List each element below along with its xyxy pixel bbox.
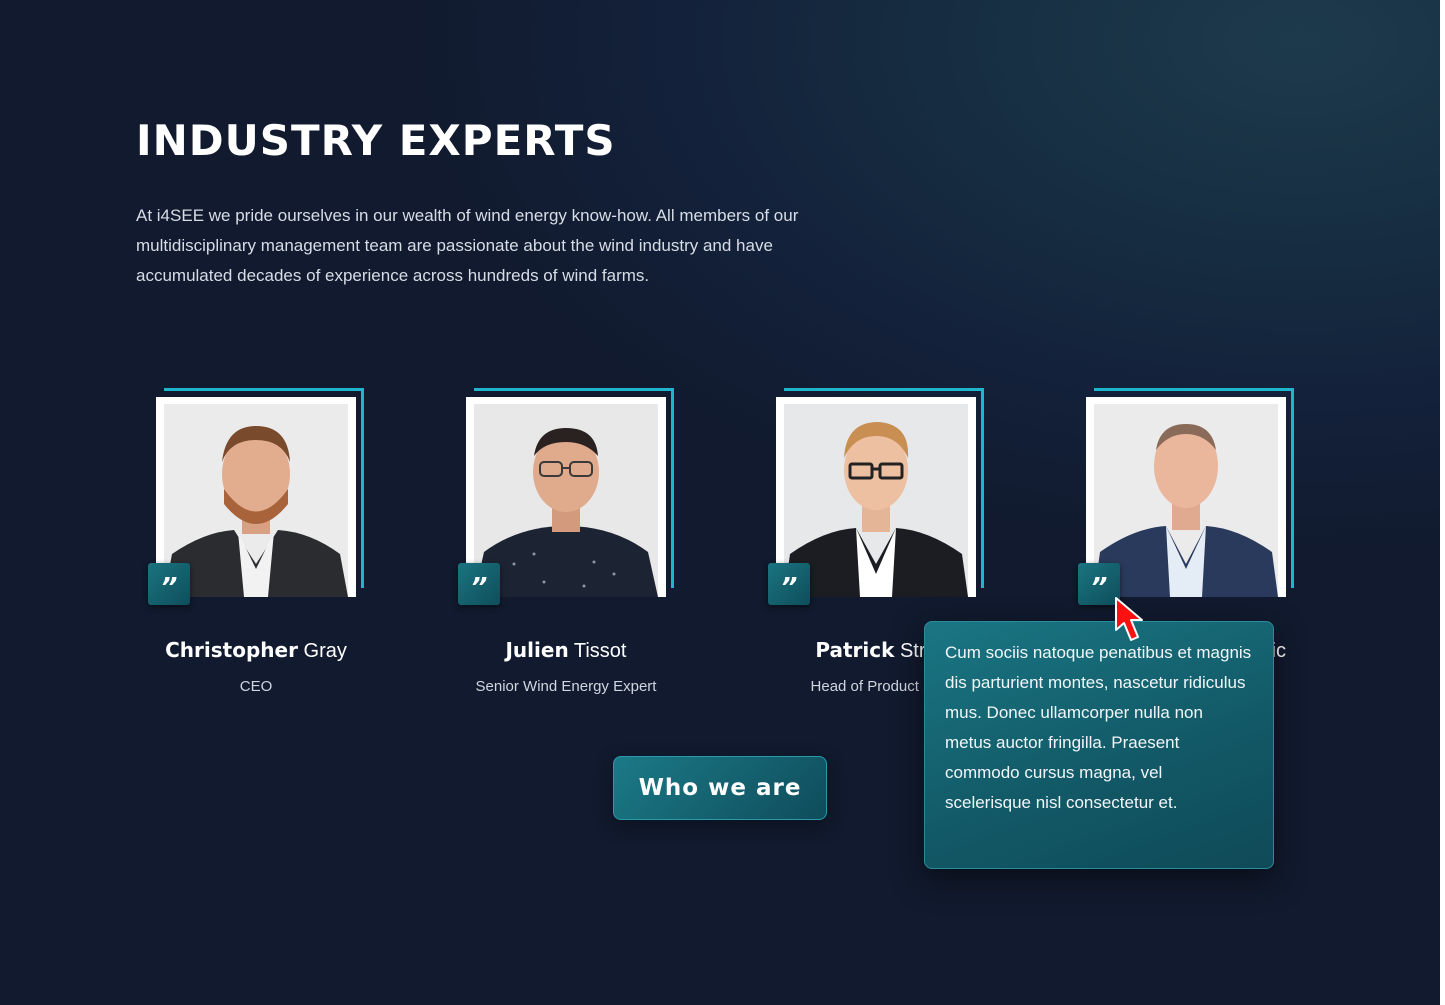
portrait-image — [1094, 404, 1278, 597]
quote-icon[interactable]: ” — [768, 563, 810, 605]
page-edge — [1440, 0, 1445, 1005]
quote-icon[interactable]: ” — [148, 563, 190, 605]
expert-role: Senior Wind Energy Expert — [475, 678, 657, 695]
portrait-image — [784, 404, 968, 597]
who-we-are-button[interactable]: Who we are — [613, 756, 827, 820]
portrait-image — [164, 404, 348, 597]
expert-last-name: Gray — [303, 640, 347, 662]
mouse-cursor-icon — [1115, 597, 1143, 641]
section-intro: At i4SEE we pride ourselves in our wealt… — [136, 206, 799, 285]
expert-first-name: Christopher — [165, 638, 298, 662]
quote-tooltip: Cum sociis natoque penatibus et magnis d… — [924, 621, 1274, 869]
expert-role: CEO — [239, 678, 273, 695]
expert-first-name: Julien — [505, 638, 569, 662]
expert-name: Christopher Gray — [126, 638, 386, 663]
expert-last-name: Tissot — [573, 640, 627, 662]
expert-first-name: Patrick — [815, 638, 895, 662]
quote-icon[interactable]: ” — [458, 563, 500, 605]
section-title: INDUSTRY EXPERTS — [136, 116, 616, 165]
portrait-image — [474, 404, 658, 597]
expert-name: Julien Tissot — [436, 638, 696, 663]
